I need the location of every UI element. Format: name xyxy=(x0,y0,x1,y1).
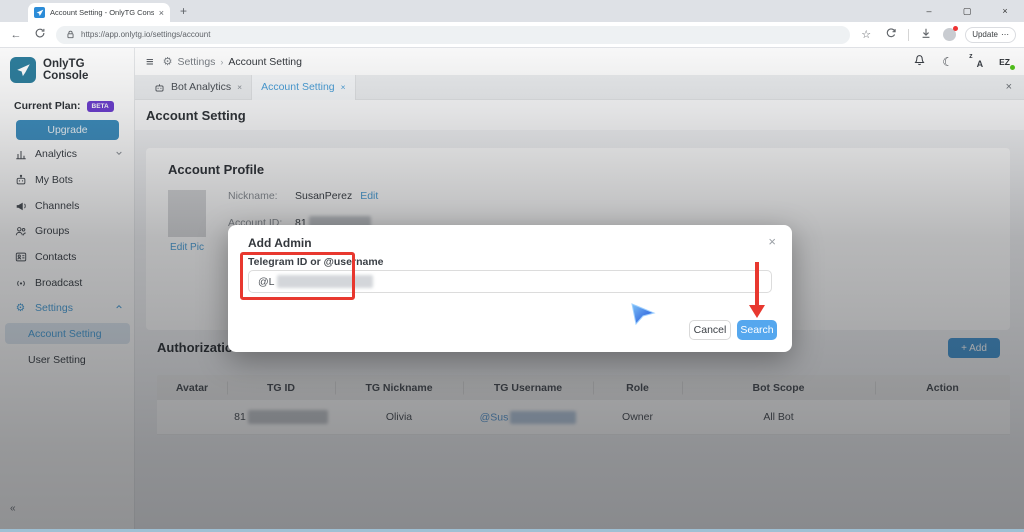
browser-update-button[interactable]: Update ⋯ xyxy=(965,27,1016,43)
new-tab-button[interactable]: + xyxy=(180,4,187,18)
search-button[interactable]: Search xyxy=(737,320,777,340)
browser-window: Account Setting - OnlyTG Console × + – ▢… xyxy=(0,0,1024,532)
modal-close-icon[interactable]: × xyxy=(768,234,776,249)
annotation-highlight-box xyxy=(240,252,355,300)
toolbar-right: ☆ Update ⋯ xyxy=(858,27,1016,43)
notification-dot xyxy=(953,26,958,31)
url-text: https://app.onlytg.io/settings/account xyxy=(81,30,210,39)
download-icon[interactable] xyxy=(918,27,934,42)
window-close-button[interactable]: × xyxy=(986,0,1024,22)
update-label: Update xyxy=(972,30,998,39)
browser-extension-icon[interactable] xyxy=(883,27,899,42)
more-icon: ⋯ xyxy=(1001,30,1009,39)
mouse-cursor-icon xyxy=(630,300,656,328)
browser-tab-title: Account Setting - OnlyTG Console xyxy=(50,8,154,17)
tab-close-icon[interactable]: × xyxy=(159,8,164,18)
annotation-arrow-head xyxy=(749,305,765,318)
back-icon[interactable]: ← xyxy=(8,29,24,41)
bookmark-star-icon[interactable]: ☆ xyxy=(858,28,874,41)
cancel-button[interactable]: Cancel xyxy=(689,320,731,340)
url-bar[interactable]: https://app.onlytg.io/settings/account xyxy=(56,26,850,44)
browser-tab[interactable]: Account Setting - OnlyTG Console × xyxy=(28,3,170,22)
lock-icon xyxy=(66,29,75,40)
refresh-icon[interactable] xyxy=(32,27,48,42)
maximize-button[interactable]: ▢ xyxy=(948,0,986,22)
browser-toolbar: ← https://app.onlytg.io/settings/account… xyxy=(0,22,1024,48)
toolbar-divider xyxy=(908,29,909,41)
modal-title: Add Admin xyxy=(248,236,312,250)
app-viewport: OnlyTG Console Current Plan: BETA Upgrad… xyxy=(0,48,1024,532)
minimize-button[interactable]: – xyxy=(910,0,948,22)
browser-profile-avatar[interactable] xyxy=(943,28,956,41)
browser-tabstrip: Account Setting - OnlyTG Console × + – ▢… xyxy=(0,0,1024,22)
window-controls: – ▢ × xyxy=(910,0,1024,22)
annotation-arrow xyxy=(755,262,759,306)
site-favicon-icon xyxy=(34,7,45,18)
